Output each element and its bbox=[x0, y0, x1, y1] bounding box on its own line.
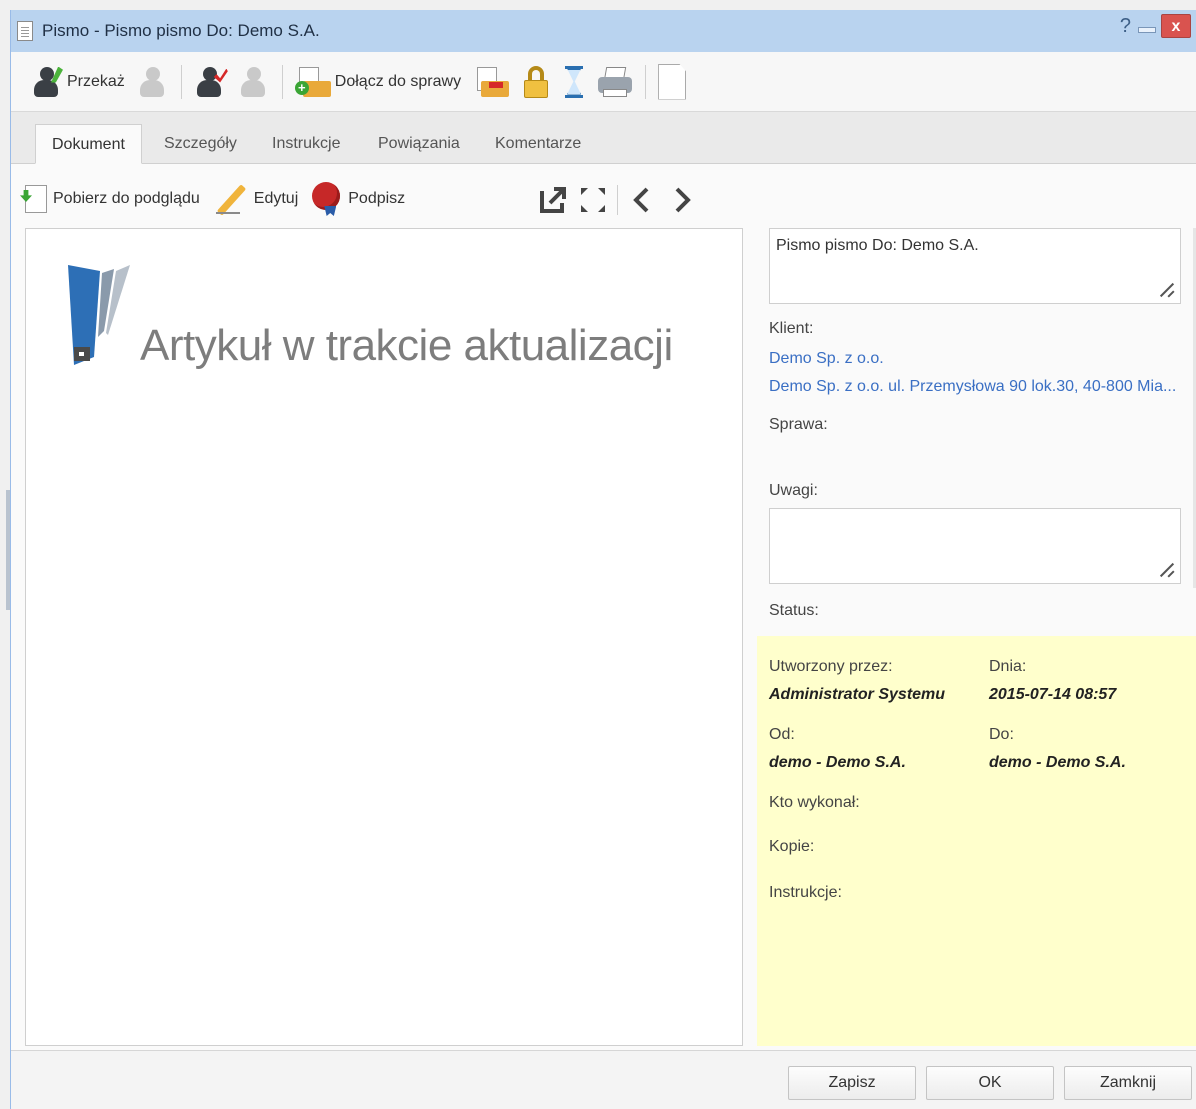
document-toolbar: Pobierz do podglądu Edytuj Podpisz bbox=[25, 174, 419, 224]
tab-dokument[interactable]: Dokument bbox=[35, 124, 142, 164]
blank-document-icon bbox=[658, 63, 687, 100]
client-address-link[interactable]: Demo Sp. z o.o. ul. Przemysłowa 90 lok.3… bbox=[769, 378, 1181, 396]
deadline-button[interactable] bbox=[557, 60, 591, 104]
download-preview-button[interactable]: Pobierz do podglądu bbox=[25, 185, 200, 213]
resize-handle-icon[interactable] bbox=[1160, 563, 1174, 577]
lock-button[interactable] bbox=[515, 60, 557, 104]
status-label: Status: bbox=[769, 602, 819, 619]
fullscreen-icon bbox=[581, 188, 605, 212]
case-label: Sprawa: bbox=[769, 416, 828, 433]
left-edge bbox=[0, 0, 10, 1109]
pencil-icon bbox=[214, 182, 248, 216]
attach-to-case-label: Dołącz do sprawy bbox=[334, 72, 462, 90]
date-label: Dnia: bbox=[989, 658, 1027, 675]
forward-user-disabled-icon bbox=[137, 65, 169, 99]
accept-disabled-button[interactable] bbox=[232, 60, 276, 104]
tab-powiazania[interactable]: Powiązania bbox=[362, 124, 476, 164]
fullscreen-button[interactable] bbox=[573, 182, 613, 218]
preview-message: Artykuł w trakcie aktualizacji bbox=[140, 321, 673, 370]
instructions-label: Instrukcje: bbox=[769, 884, 842, 901]
title-bar: Pismo - Pismo pismo Do: Demo S.A. ? x bbox=[11, 10, 1196, 52]
tab-szczegoly[interactable]: Szczegóły bbox=[148, 124, 253, 164]
to-value: demo - Demo S.A. bbox=[989, 754, 1126, 771]
created-by-label: Utworzony przez: bbox=[769, 658, 893, 675]
to-label: Do: bbox=[989, 726, 1014, 743]
document-preview: Artykuł w trakcie aktualizacji bbox=[25, 228, 743, 1046]
main-toolbar: Przekaż + Dołącz do sprawy bbox=[11, 52, 1196, 112]
forward-user-icon bbox=[31, 65, 63, 99]
document-title-value: Pismo pismo Do: Demo S.A. bbox=[776, 237, 979, 254]
open-external-button[interactable] bbox=[533, 182, 573, 218]
notes-label: Uwagi: bbox=[769, 482, 818, 499]
attach-to-case-button[interactable]: + Dołącz do sprawy bbox=[289, 60, 467, 104]
hourglass-icon bbox=[563, 65, 585, 99]
created-by-value: Administrator Systemu bbox=[769, 686, 946, 703]
forward-label: Przekaż bbox=[67, 72, 125, 90]
blank-document-button[interactable] bbox=[652, 60, 692, 104]
sign-label: Podpisz bbox=[348, 190, 406, 207]
next-page-button[interactable] bbox=[662, 182, 702, 218]
open-external-icon bbox=[540, 187, 566, 213]
toolbar-separator bbox=[281, 64, 283, 99]
previous-page-button[interactable] bbox=[622, 182, 662, 218]
tab-komentarze[interactable]: Komentarze bbox=[479, 124, 597, 164]
details-panel: Pismo pismo Do: Demo S.A. Klient: Demo S… bbox=[757, 228, 1196, 1046]
window-title: Pismo - Pismo pismo Do: Demo S.A. bbox=[42, 21, 320, 40]
edit-button[interactable]: Edytuj bbox=[214, 182, 298, 216]
from-label: Od: bbox=[769, 726, 795, 743]
remove-from-case-button[interactable] bbox=[467, 60, 515, 104]
creation-info-box: Utworzony przez: Administrator Systemu D… bbox=[757, 636, 1196, 1046]
close-window-button[interactable]: x bbox=[1161, 14, 1191, 38]
document-window: Pismo - Pismo pismo Do: Demo S.A. ? x Pr… bbox=[10, 10, 1196, 1109]
client-name-link[interactable]: Demo Sp. z o.o. bbox=[769, 350, 1181, 368]
toolbar-separator bbox=[645, 64, 647, 99]
copies-label: Kopie: bbox=[769, 838, 815, 855]
sign-button[interactable]: Podpisz bbox=[312, 182, 405, 216]
chevron-left-icon bbox=[633, 187, 649, 213]
date-value: 2015-07-14 08:57 bbox=[989, 686, 1117, 703]
forward-disabled-button[interactable] bbox=[131, 60, 175, 104]
ok-button[interactable]: OK bbox=[926, 1066, 1054, 1100]
close-button[interactable]: Zamknij bbox=[1064, 1066, 1192, 1100]
chevron-right-icon bbox=[675, 187, 691, 213]
viewer-controls bbox=[533, 182, 702, 218]
document-icon bbox=[17, 21, 33, 41]
client-label: Klient: bbox=[769, 320, 814, 337]
minimize-icon[interactable] bbox=[1137, 19, 1156, 33]
document-title-field[interactable]: Pismo pismo Do: Demo S.A. bbox=[769, 228, 1181, 304]
save-button[interactable]: Zapisz bbox=[788, 1066, 916, 1100]
accept-user-icon bbox=[194, 65, 228, 99]
print-button[interactable] bbox=[591, 60, 639, 104]
tab-instrukcje[interactable]: Instrukcje bbox=[256, 124, 356, 164]
from-value: demo - Demo S.A. bbox=[769, 754, 906, 771]
resize-handle-icon[interactable] bbox=[1160, 283, 1174, 297]
tab-bar: Dokument Szczegóły Instrukcje Powiązania… bbox=[11, 112, 1196, 164]
window-controls: ? x bbox=[1120, 14, 1191, 38]
tab-content: Pobierz do podglądu Edytuj Podpisz Artyk… bbox=[11, 164, 1196, 1050]
viewer-separator bbox=[617, 185, 618, 215]
accept-button[interactable] bbox=[188, 60, 232, 104]
seal-icon bbox=[312, 182, 342, 216]
executed-by-label: Kto wykonał: bbox=[769, 794, 860, 811]
notes-field[interactable] bbox=[769, 508, 1181, 584]
remove-from-case-icon bbox=[473, 66, 510, 97]
edit-label: Edytuj bbox=[253, 190, 299, 207]
document-logo-icon bbox=[68, 265, 130, 365]
download-icon bbox=[25, 185, 47, 213]
download-preview-label: Pobierz do podglądu bbox=[53, 190, 200, 207]
forward-button[interactable]: Przekaż bbox=[25, 60, 131, 104]
lock-icon bbox=[521, 65, 551, 99]
help-icon[interactable]: ? bbox=[1120, 15, 1131, 38]
accept-user-disabled-icon bbox=[238, 65, 270, 99]
attach-to-case-icon: + bbox=[294, 66, 331, 97]
toolbar-separator bbox=[180, 64, 182, 99]
dialog-footer: Zapisz OK Zamknij bbox=[11, 1050, 1196, 1109]
print-icon bbox=[597, 65, 633, 99]
